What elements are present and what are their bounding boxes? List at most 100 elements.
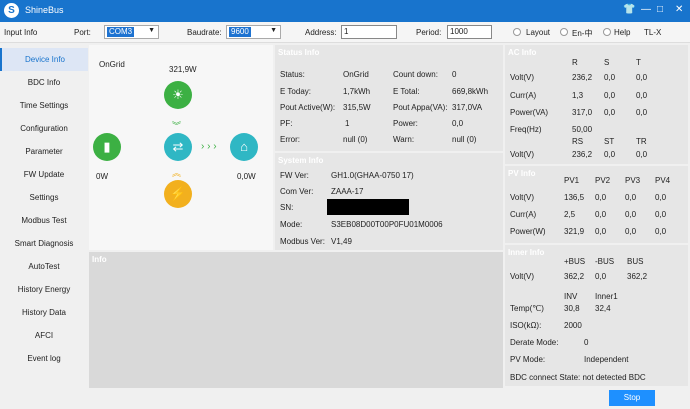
e-today-label: E Today: — [280, 87, 311, 96]
ac-col-st: ST — [604, 137, 615, 146]
sidebar-item-fw-update[interactable]: FW Update — [0, 163, 88, 186]
inner-info-title: Inner Info — [508, 248, 545, 257]
sidebar-item-settings[interactable]: Settings — [0, 186, 88, 209]
sidebar-item-modbus-test[interactable]: Modbus Test — [0, 209, 88, 232]
warn-label: Warn: — [393, 135, 415, 144]
language-radio[interactable] — [560, 28, 568, 36]
layout-label: Layout — [526, 28, 551, 37]
pv-info-panel: PV Info PV1 PV2 PV3 PV4 Volt(V) 136,5 0,… — [505, 166, 688, 243]
countdown-value: 0 — [452, 70, 457, 79]
bus-plus-value: 362,2 — [564, 272, 585, 281]
help-label: Help — [614, 28, 631, 37]
sidebar-item-configuration[interactable]: Configuration — [0, 117, 88, 140]
pv-mode-value: Independent — [584, 355, 629, 364]
sidebar-item-time-settings[interactable]: Time Settings — [0, 94, 88, 117]
ac-line-volt-st: 0,0 — [604, 150, 616, 159]
mode-value: S3EB08D00T00P0FU01M0006 — [331, 220, 443, 229]
modbus-ver-label: Modbus Ver: — [280, 237, 325, 246]
ac-freq-value: 50,00 — [572, 125, 593, 134]
ac-volt-label: Volt(V) — [510, 73, 535, 82]
ac-power-label: Power(VA) — [510, 108, 549, 117]
ac-col-s: S — [604, 58, 610, 67]
ac-line-volt-tr: 0,0 — [636, 150, 648, 159]
battery-power-value: 0W — [96, 172, 108, 181]
sidebar-item-parameter[interactable]: Parameter — [0, 140, 88, 163]
sn-redacted — [327, 199, 409, 215]
pv4-curr: 0,0 — [655, 210, 667, 219]
layout-radio[interactable] — [513, 28, 521, 36]
pv-mode-label: PV Mode: — [510, 355, 546, 364]
sidebar-item-history-energy[interactable]: History Energy — [0, 278, 88, 301]
pv-power-value: 321,9W — [169, 65, 197, 74]
maximize-icon[interactable]: □ — [657, 3, 663, 17]
info-panel: Info — [89, 252, 503, 388]
com-ver-label: Com Ver: — [280, 187, 314, 196]
solar-panel-icon: ☀ — [164, 81, 192, 109]
ac-col-rs: RS — [572, 137, 584, 146]
e-total-label: E Total: — [393, 87, 420, 96]
bus-total-value: 362,2 — [627, 272, 648, 281]
pv3-volt: 0,0 — [625, 193, 637, 202]
status-info-title: Status Info — [278, 48, 320, 57]
error-label: Error: — [280, 135, 300, 144]
chevron-down-icon: ︾ — [172, 121, 182, 131]
house-icon: ⌂ — [230, 133, 258, 161]
temp-inv-value: 30,8 — [564, 304, 580, 313]
grid-tower-icon: ⚡ — [164, 180, 192, 208]
app-title: ShineBus — [25, 5, 64, 15]
sidebar-item-autotest[interactable]: AutoTest — [0, 255, 88, 278]
pv2-curr: 0,0 — [595, 210, 607, 219]
pv-power-label: Power(W) — [510, 227, 546, 236]
power-label: Power: — [393, 119, 418, 128]
address-input[interactable]: 1 — [341, 25, 397, 39]
sidebar-item-history-data[interactable]: History Data — [0, 301, 88, 324]
energy-flow-panel: OnGrid 321,9W ☀ ︾ ⇄ › › › ⌂ ▮ ︽ ⚡ 0W 0,0… — [89, 45, 273, 250]
baudrate-select[interactable]: 9600 ▼ — [226, 25, 281, 39]
pout-active-label: Pout Active(W): — [280, 103, 336, 112]
sidebar-item-bdc-info[interactable]: BDC Info — [0, 71, 88, 94]
pv1-power: 321,9 — [564, 227, 585, 236]
ac-line-volt-rs: 236,2 — [572, 150, 593, 159]
pv2-volt: 0,0 — [595, 193, 607, 202]
sidebar-item-smart-diagnosis[interactable]: Smart Diagnosis — [0, 232, 88, 255]
port-label: Port: — [74, 28, 91, 37]
minimize-icon[interactable]: — — [641, 3, 651, 17]
ac-curr-s: 0,0 — [604, 91, 616, 100]
sidebar-item-device-info[interactable]: Device Info — [0, 48, 88, 71]
sidebar-item-event-log[interactable]: Event log — [0, 347, 88, 370]
derate-mode-label: Derate Mode: — [510, 338, 559, 347]
pv-col-4: PV4 — [655, 176, 671, 185]
bus-col-plus: +BUS — [564, 257, 586, 266]
help-radio[interactable] — [603, 28, 611, 36]
fw-ver-value: GH1.0(GHAA-0750 17) — [331, 171, 414, 180]
pv4-volt: 0,0 — [655, 193, 667, 202]
ac-col-t: T — [636, 58, 641, 67]
chevron-down-icon: ▼ — [270, 27, 277, 34]
ac-info-panel: AC Info R S T Volt(V) 236,2 0,0 0,0 Curr… — [505, 45, 688, 164]
sidebar-item-afci[interactable]: AFCI — [0, 324, 88, 347]
sidebar: Device Info BDC Info Time Settings Confi… — [0, 48, 88, 409]
pv-col-3: PV3 — [625, 176, 641, 185]
ac-line-volt-label: Volt(V) — [510, 150, 535, 159]
period-input[interactable]: 1000 — [447, 25, 492, 39]
pv-col-2: PV2 — [595, 176, 611, 185]
language-label: En-中 — [572, 29, 593, 38]
ac-col-r: R — [572, 58, 578, 67]
ac-power-r: 317,0 — [572, 108, 593, 117]
temp-label: Temp(℃) — [510, 304, 544, 313]
address-label: Address: — [305, 28, 337, 37]
port-select[interactable]: COM3 ▼ — [104, 25, 159, 39]
pv1-curr: 2,5 — [564, 210, 576, 219]
stop-button[interactable]: Stop — [609, 390, 655, 406]
ac-volt-s: 0,0 — [604, 73, 616, 82]
shirt-icon[interactable]: 👕 — [623, 3, 635, 17]
pv-curr-label: Curr(A) — [510, 210, 537, 219]
pv-info-title: PV Info — [508, 169, 536, 178]
ac-curr-label: Curr(A) — [510, 91, 537, 100]
power-value: 0,0 — [452, 119, 464, 128]
error-value: null (0) — [343, 135, 368, 144]
input-info-label: Input Info — [4, 28, 38, 37]
derate-mode-value: 0 — [584, 338, 589, 347]
ac-volt-r: 236,2 — [572, 73, 593, 82]
close-icon[interactable]: ✕ — [675, 3, 683, 17]
